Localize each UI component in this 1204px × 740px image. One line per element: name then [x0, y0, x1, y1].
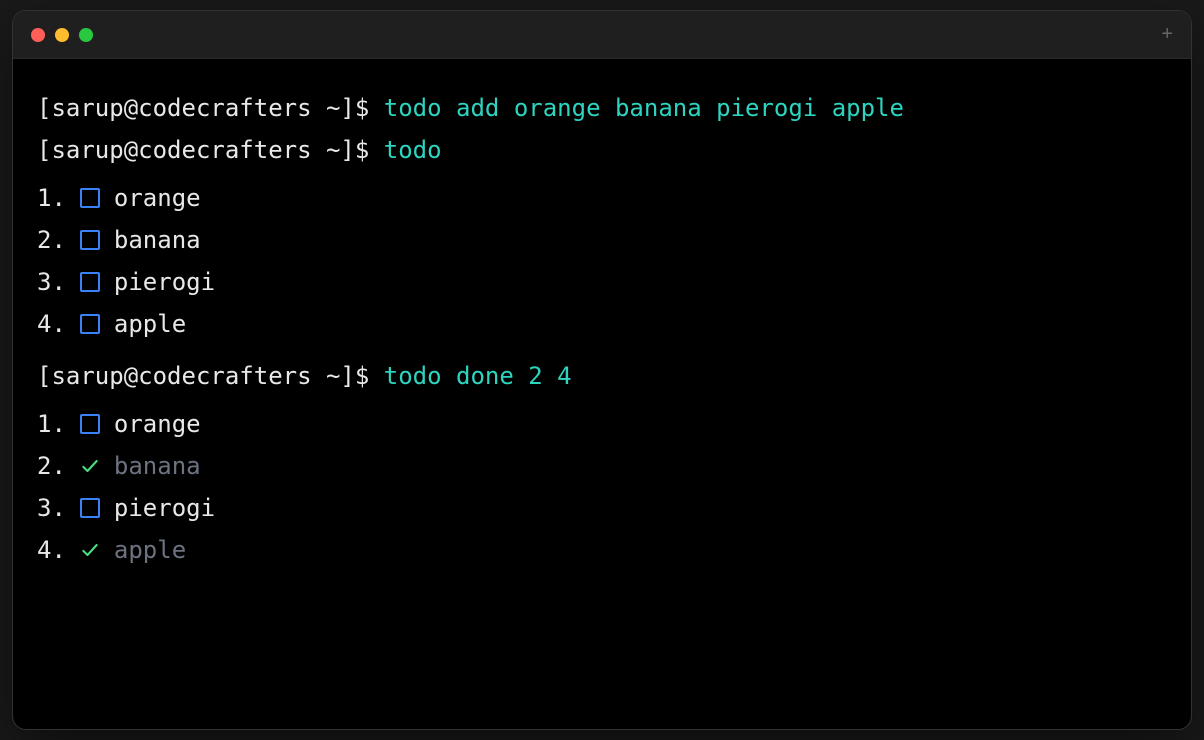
checkbox-empty-icon	[80, 314, 100, 334]
item-number: 4.	[37, 529, 66, 571]
prompt-line: [sarup@codecrafters ~]$ todo add orange …	[37, 87, 1167, 129]
shell-prompt: [sarup@codecrafters ~]$	[37, 355, 384, 397]
maximize-icon[interactable]	[79, 28, 93, 42]
item-text: banana	[114, 445, 201, 487]
traffic-lights	[31, 28, 93, 42]
item-text: pierogi	[114, 261, 215, 303]
todo-item: 4. apple	[37, 303, 1167, 345]
shell-prompt: [sarup@codecrafters ~]$	[37, 87, 384, 129]
item-text: banana	[114, 219, 201, 261]
item-number: 4.	[37, 303, 66, 345]
command-text: todo	[384, 129, 442, 171]
todo-list-output: 1. orange 2. banana 3. pierogi 4. apple	[37, 177, 1167, 345]
prompt-line: [sarup@codecrafters ~]$ todo	[37, 129, 1167, 171]
item-text: apple	[114, 303, 186, 345]
check-icon	[80, 540, 100, 560]
command-text: todo done 2 4	[384, 355, 572, 397]
checkbox-empty-icon	[80, 230, 100, 250]
shell-prompt: [sarup@codecrafters ~]$	[37, 129, 384, 171]
prompt-line: [sarup@codecrafters ~]$ todo done 2 4	[37, 355, 1167, 397]
checkbox-empty-icon	[80, 188, 100, 208]
checkbox-empty-icon	[80, 498, 100, 518]
titlebar: +	[13, 11, 1191, 59]
new-tab-button[interactable]: +	[1161, 23, 1173, 46]
item-text: orange	[114, 177, 201, 219]
item-number: 2.	[37, 219, 66, 261]
close-icon[interactable]	[31, 28, 45, 42]
item-number: 2.	[37, 445, 66, 487]
terminal-content[interactable]: [sarup@codecrafters ~]$ todo add orange …	[13, 59, 1191, 609]
item-number: 3.	[37, 487, 66, 529]
terminal-window: + [sarup@codecrafters ~]$ todo add orang…	[12, 10, 1192, 730]
item-text: orange	[114, 403, 201, 445]
todo-item: 1. orange	[37, 403, 1167, 445]
todo-list-output: 1. orange 2. banana 3. pierogi 4. apple	[37, 403, 1167, 571]
item-number: 3.	[37, 261, 66, 303]
todo-item: 2. banana	[37, 219, 1167, 261]
item-text: pierogi	[114, 487, 215, 529]
check-icon	[80, 456, 100, 476]
todo-item: 2. banana	[37, 445, 1167, 487]
todo-item: 1. orange	[37, 177, 1167, 219]
todo-item: 3. pierogi	[37, 261, 1167, 303]
item-number: 1.	[37, 403, 66, 445]
item-number: 1.	[37, 177, 66, 219]
command-text: todo add orange banana pierogi apple	[384, 87, 904, 129]
todo-item: 4. apple	[37, 529, 1167, 571]
minimize-icon[interactable]	[55, 28, 69, 42]
item-text: apple	[114, 529, 186, 571]
checkbox-empty-icon	[80, 414, 100, 434]
checkbox-empty-icon	[80, 272, 100, 292]
todo-item: 3. pierogi	[37, 487, 1167, 529]
